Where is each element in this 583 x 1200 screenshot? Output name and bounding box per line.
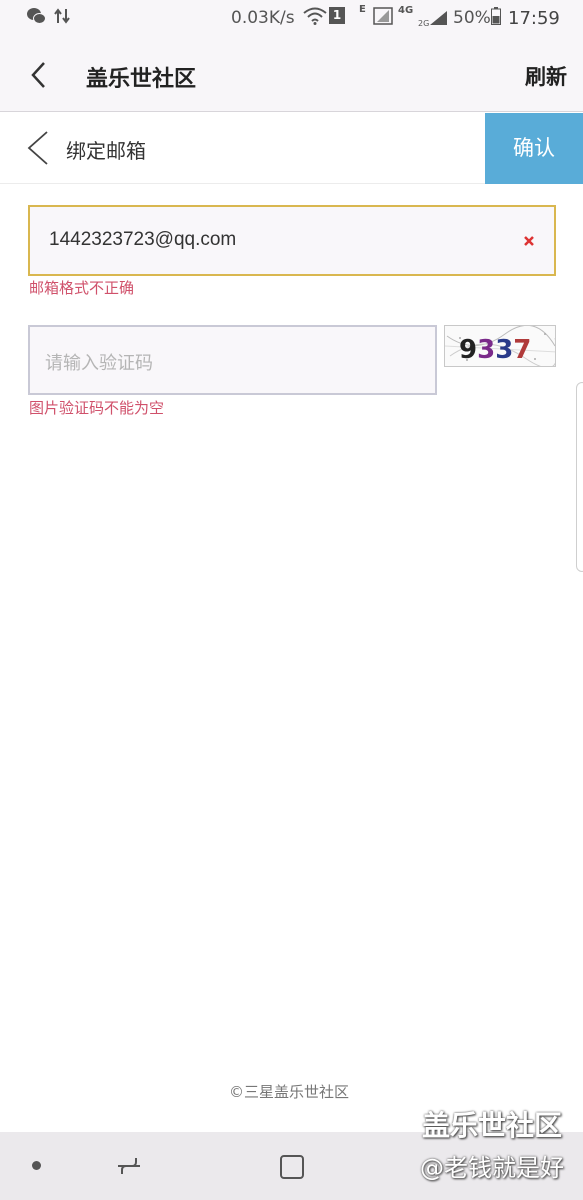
data-transfer-icon — [54, 8, 70, 24]
edge-panel-handle[interactable] — [576, 382, 583, 572]
email-input[interactable]: 1442323723@qq.com — [28, 205, 556, 276]
clear-icon[interactable] — [522, 234, 536, 248]
email-error-message: 邮箱格式不正确 — [29, 279, 135, 297]
net-speed: 0.03K/s — [231, 8, 295, 28]
captcha-placeholder: 请输入验证码 — [45, 353, 153, 374]
app-bar: 盖乐世社区 刷新 — [0, 38, 583, 112]
page-header: 绑定邮箱 确认 — [0, 113, 583, 184]
copyright-text: ©三星盖乐世社区 — [229, 1083, 350, 1101]
watermark-author: @老钱就是好 — [420, 1154, 564, 1182]
captcha-error-message: 图片验证码不能为空 — [29, 399, 165, 417]
email-value: 1442323723@qq.com — [49, 229, 237, 250]
back-arrow-icon[interactable] — [24, 58, 54, 92]
wechat-icon — [27, 8, 46, 24]
status-bar: 0.03K/s 1 E 4G 2G 50% 17:59 — [0, 0, 583, 38]
page-title: 绑定邮箱 — [66, 139, 146, 163]
captcha-image[interactable]: 9337 — [444, 325, 556, 367]
sim-slot-badge: 1 — [329, 7, 345, 24]
refresh-button[interactable]: 刷新 — [525, 61, 567, 91]
captcha-graphic: 9337 — [445, 326, 555, 366]
home-icon[interactable] — [279, 1154, 305, 1180]
network-4g-label: 4G — [398, 5, 414, 16]
nav-dot-icon[interactable] — [32, 1161, 41, 1170]
watermark-title: 盖乐世社区 — [422, 1109, 563, 1142]
captcha-input[interactable]: 请输入验证码 — [28, 325, 437, 395]
battery-icon — [491, 7, 501, 25]
battery-percent: 50% — [453, 8, 491, 28]
back-chevron-icon[interactable] — [24, 129, 52, 167]
confirm-button[interactable]: 确认 — [485, 113, 583, 184]
clock: 17:59 — [508, 8, 560, 29]
app-title: 盖乐世社区 — [86, 67, 197, 92]
svg-text:2G: 2G — [418, 19, 429, 27]
svg-text:9337: 9337 — [459, 335, 531, 365]
signal-4g-icon: 2G — [418, 11, 447, 27]
network-e-label: E — [359, 4, 366, 15]
recent-apps-icon[interactable] — [116, 1154, 142, 1178]
wifi-icon — [303, 7, 327, 25]
signal-icon — [373, 7, 393, 25]
